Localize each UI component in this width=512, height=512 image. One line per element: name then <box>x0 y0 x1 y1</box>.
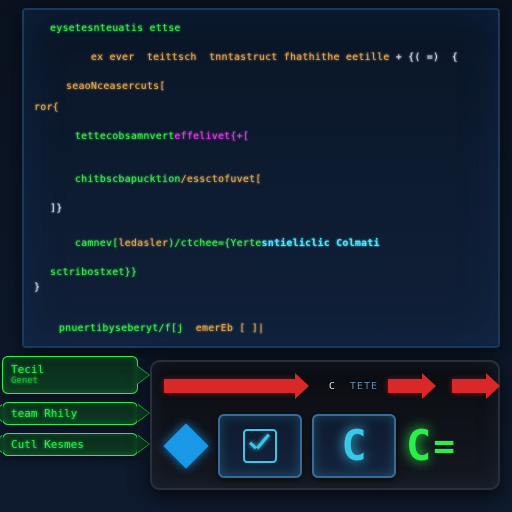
code-editor[interactable]: eysetesnteuatis ettse ex ever teittsch t… <box>22 8 500 348</box>
code-line: chitbscbapucktion/essctofuvet[ <box>34 159 488 203</box>
status-panel: C TETE C C = <box>150 360 500 490</box>
chip-sublabel: Genet <box>11 376 129 387</box>
code-line: eysetesnteuatis ettse <box>34 22 488 37</box>
code-line: seaoNceasercuts[ <box>34 80 488 95</box>
code-line: } <box>34 281 488 296</box>
check-icon <box>245 430 275 462</box>
code-line: ex ever teittsch tnntastruct fhathithe e… <box>34 37 488 81</box>
code-line: tettecobsamnverteffelivet{+[ <box>34 115 488 159</box>
equals-icon: = <box>433 426 455 467</box>
c-button-cyan[interactable]: C <box>312 414 396 478</box>
code-line: pnuertibyseberyt/f[j emerEb [ ]| <box>34 307 488 348</box>
c-equals-label: C = <box>406 414 486 478</box>
chip-label: Cutl Kesmes <box>11 438 84 451</box>
chip-team-rhily[interactable]: team Rhily <box>2 402 138 425</box>
code-line: sctribostxet}} <box>34 266 488 281</box>
shortcut-chips: Tecil Genet team Rhily Cutl Kesmes <box>2 356 138 464</box>
arrow-red-icon <box>388 379 422 393</box>
arrow-row: C TETE <box>164 372 486 400</box>
arrow-label: C <box>325 381 340 392</box>
chip-label: team Rhily <box>11 407 77 420</box>
arrow-red-icon <box>452 379 486 393</box>
chip-tecil[interactable]: Tecil Genet <box>2 356 138 394</box>
arrow-label: TETE <box>346 381 382 392</box>
chip-label: Tecil <box>11 363 44 376</box>
code-line: ]} <box>34 202 488 217</box>
code-line: camnev[ledasler)/ctchee={Yertesntielicli… <box>34 223 488 267</box>
diamond-icon <box>164 430 208 462</box>
checkmark-button[interactable] <box>218 414 302 478</box>
chip-cutl-kesmes[interactable]: Cutl Kesmes <box>2 433 138 456</box>
letter-c-icon: C <box>406 425 431 467</box>
arrow-red-icon <box>164 379 295 393</box>
letter-c-icon: C <box>341 425 366 467</box>
icon-row: C C = <box>164 414 486 478</box>
code-line: ror{ <box>34 101 488 116</box>
